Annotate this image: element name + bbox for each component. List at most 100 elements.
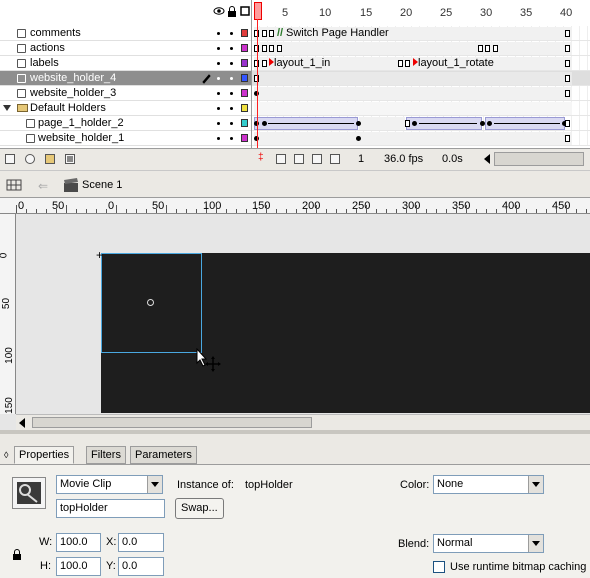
frame-row-page-1-holder-2[interactable] <box>252 116 590 131</box>
modify-onion-markers-icon[interactable] <box>330 154 340 164</box>
color-effect-select[interactable]: None <box>433 475 544 494</box>
x-field[interactable]: 0.0 <box>118 533 164 552</box>
layer-row-comments[interactable]: comments <box>0 26 251 41</box>
frame-row-actions[interactable] <box>252 41 590 56</box>
onion-outline-icon[interactable] <box>294 154 304 164</box>
expand-icon[interactable] <box>3 105 11 111</box>
height-field[interactable]: 100.0 <box>56 557 101 576</box>
empty-keyframe[interactable] <box>493 45 498 52</box>
scroll-thumb[interactable] <box>32 417 312 428</box>
empty-keyframe[interactable] <box>565 30 570 37</box>
empty-keyframe[interactable] <box>565 75 570 82</box>
frames-grid[interactable]: 1 5 10 15 20 25 30 35 40 // Switch Page … <box>252 0 590 148</box>
empty-keyframe[interactable] <box>277 45 282 52</box>
empty-keyframe[interactable] <box>565 135 570 142</box>
keyframe[interactable] <box>356 136 361 141</box>
scene-name[interactable]: Scene 1 <box>82 179 122 191</box>
frame-row-comments[interactable]: // Switch Page Handler <box>252 26 590 41</box>
lock-proportions-icon[interactable] <box>12 549 22 563</box>
lock-dot[interactable] <box>230 92 233 95</box>
visibility-dot[interactable] <box>217 32 220 35</box>
tab-filters[interactable]: Filters <box>86 446 126 464</box>
empty-keyframe[interactable] <box>398 60 403 67</box>
registration-point[interactable] <box>147 299 154 306</box>
layer-row-website-holder-4[interactable]: website_holder_4 <box>0 71 251 86</box>
layer-color-swatch[interactable] <box>241 44 248 52</box>
add-motion-guide-icon[interactable] <box>25 154 35 164</box>
stage-area[interactable]: 0 50 0 50 100 150 200 250 300 350 400 45… <box>0 198 590 430</box>
layer-folder-default-holders[interactable]: Default Holders <box>0 101 251 116</box>
back-arrow-icon[interactable]: ⇐ <box>38 179 48 193</box>
insert-folder-icon[interactable] <box>45 154 55 164</box>
layer-row-actions[interactable]: actions <box>0 41 251 56</box>
blend-select[interactable]: Normal <box>433 534 544 553</box>
layer-color-swatch[interactable] <box>241 119 248 127</box>
layer-color-swatch[interactable] <box>241 104 248 112</box>
empty-keyframe[interactable] <box>478 45 483 52</box>
lock-icon[interactable] <box>227 6 237 18</box>
layer-color-swatch[interactable] <box>241 89 248 97</box>
timeline-scrollbar[interactable] <box>494 152 584 166</box>
layer-row-page-1-holder-2[interactable]: page_1_holder_2 <box>0 116 251 131</box>
empty-keyframe[interactable] <box>565 120 570 127</box>
empty-keyframe[interactable] <box>485 45 490 52</box>
frame-row-default-holders[interactable] <box>252 101 590 116</box>
visibility-dot[interactable] <box>217 92 220 95</box>
frame-row-website-holder-1[interactable] <box>252 131 590 146</box>
outline-icon[interactable] <box>240 6 250 18</box>
keyframe[interactable] <box>480 121 485 126</box>
lock-dot[interactable] <box>230 47 233 50</box>
layer-row-website-holder-3[interactable]: website_holder_3 <box>0 86 251 101</box>
symbol-type-select[interactable]: Movie Clip <box>56 475 163 494</box>
lock-dot[interactable] <box>230 32 233 35</box>
visibility-dot[interactable] <box>217 77 220 80</box>
swap-button[interactable]: Swap... <box>175 498 224 519</box>
empty-keyframe[interactable] <box>405 60 410 67</box>
onion-skin-icon[interactable] <box>276 154 286 164</box>
empty-keyframe[interactable] <box>405 120 410 127</box>
eye-icon[interactable] <box>213 6 225 18</box>
layer-color-swatch[interactable] <box>241 134 248 142</box>
keyframe[interactable] <box>412 121 417 126</box>
instance-name-field[interactable]: topHolder <box>56 499 165 518</box>
empty-keyframe[interactable] <box>262 30 267 37</box>
stage-horizontal-scrollbar[interactable] <box>16 414 590 430</box>
keyframe[interactable] <box>487 121 492 126</box>
frame-rate[interactable]: 36.0 fps <box>384 153 423 165</box>
empty-keyframe[interactable] <box>565 60 570 67</box>
layer-color-swatch[interactable] <box>241 29 248 37</box>
empty-keyframe[interactable] <box>269 30 274 37</box>
empty-keyframe[interactable] <box>565 45 570 52</box>
visibility-dot[interactable] <box>217 47 220 50</box>
frame-row-labels[interactable]: layout_1_in layout_1_rotate <box>252 56 590 71</box>
empty-keyframe[interactable] <box>262 60 267 67</box>
center-frame-icon[interactable]: ‡ <box>258 152 268 163</box>
lock-dot[interactable] <box>230 122 233 125</box>
keyframe[interactable] <box>262 121 267 126</box>
width-field[interactable]: 100.0 <box>56 533 101 552</box>
layer-color-swatch[interactable] <box>241 59 248 67</box>
lock-dot[interactable] <box>230 137 233 140</box>
edit-multiple-frames-icon[interactable] <box>312 154 322 164</box>
bitmap-caching-checkbox[interactable] <box>433 561 445 573</box>
playhead[interactable] <box>254 2 262 20</box>
bitmap-caching-label[interactable]: Use runtime bitmap caching <box>450 561 586 573</box>
visibility-dot[interactable] <box>217 62 220 65</box>
visibility-dot[interactable] <box>217 122 220 125</box>
tab-properties[interactable]: Properties <box>14 446 75 464</box>
insert-layer-icon[interactable] <box>5 154 15 164</box>
keyframe[interactable] <box>356 121 361 126</box>
scroll-left-icon[interactable] <box>19 418 25 428</box>
lock-dot[interactable] <box>230 107 233 110</box>
empty-keyframe[interactable] <box>262 45 267 52</box>
tab-parameters[interactable]: Parameters <box>130 446 197 464</box>
delete-layer-icon[interactable] <box>65 154 75 164</box>
scroll-left-icon[interactable] <box>484 154 490 164</box>
lock-dot[interactable] <box>230 62 233 65</box>
empty-keyframe[interactable] <box>565 90 570 97</box>
y-field[interactable]: 0.0 <box>118 557 164 576</box>
visibility-dot[interactable] <box>217 107 220 110</box>
frame-row-website-holder-4[interactable] <box>252 71 590 86</box>
layer-color-swatch[interactable] <box>241 74 248 82</box>
frame-row-website-holder-3[interactable] <box>252 86 590 101</box>
